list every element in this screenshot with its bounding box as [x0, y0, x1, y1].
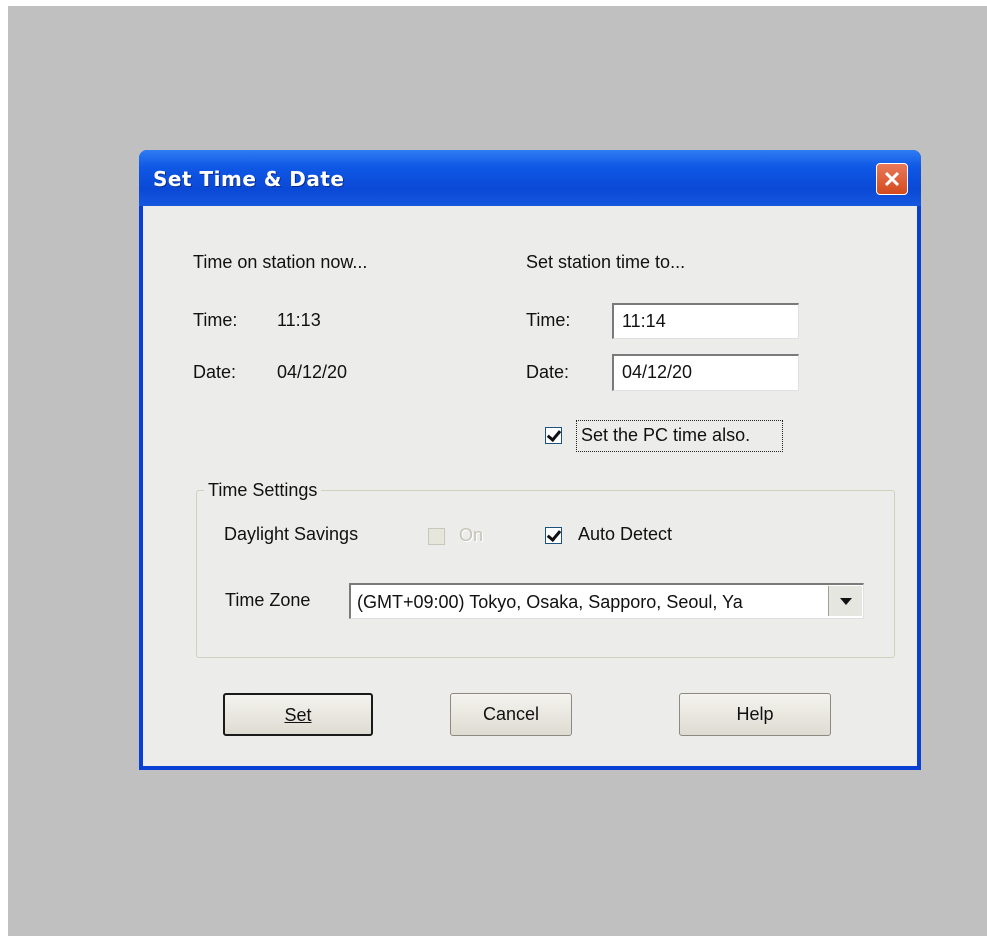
timezone-value: (GMT+09:00) Tokyo, Osaka, Sapporo, Seoul…: [357, 592, 743, 612]
cancel-button-label: Cancel: [482, 704, 540, 724]
close-x-icon: [884, 171, 900, 187]
current-date-value: 04/12/20: [277, 362, 348, 382]
set-button-label: Set: [284, 705, 312, 725]
set-time-heading: Set station time to...: [526, 252, 686, 272]
set-time-input[interactable]: 11:14: [612, 303, 799, 339]
help-button[interactable]: Help: [679, 693, 831, 736]
set-date-input[interactable]: 04/12/20: [612, 354, 799, 391]
chevron-down-icon[interactable]: [828, 586, 862, 616]
current-time-heading: Time on station now...: [193, 252, 368, 272]
close-button[interactable]: [876, 163, 908, 195]
set-date-label: Date:: [526, 362, 570, 382]
help-button-label: Help: [736, 704, 774, 724]
timezone-select[interactable]: (GMT+09:00) Tokyo, Osaka, Sapporo, Seoul…: [349, 583, 864, 619]
timezone-label: Time Zone: [225, 590, 311, 610]
pc-time-checkbox[interactable]: [545, 427, 562, 444]
time-settings-group: [196, 490, 895, 658]
current-time-label: Time:: [193, 310, 238, 330]
time-settings-title: Time Settings: [204, 480, 322, 501]
dialog-client-area: Time on station now... Time: 11:13 Date:…: [143, 206, 917, 766]
daylight-on-label: On: [459, 525, 484, 545]
dialog-title: Set Time & Date: [153, 167, 345, 191]
current-time-value: 11:13: [277, 310, 321, 330]
auto-detect-checkbox[interactable]: [545, 527, 562, 544]
daylight-savings-label: Daylight Savings: [224, 524, 359, 544]
set-button[interactable]: Set: [223, 693, 373, 736]
set-time-date-dialog: Set Time & Date Time on station now... T…: [139, 150, 921, 770]
title-bar[interactable]: Set Time & Date: [139, 150, 921, 206]
cancel-button[interactable]: Cancel: [450, 693, 572, 736]
auto-detect-label[interactable]: Auto Detect: [578, 524, 672, 545]
pc-time-label[interactable]: Set the PC time also.: [581, 425, 750, 446]
set-time-label: Time:: [526, 310, 571, 330]
daylight-on-checkbox: [428, 528, 445, 545]
current-date-label: Date:: [193, 362, 237, 382]
